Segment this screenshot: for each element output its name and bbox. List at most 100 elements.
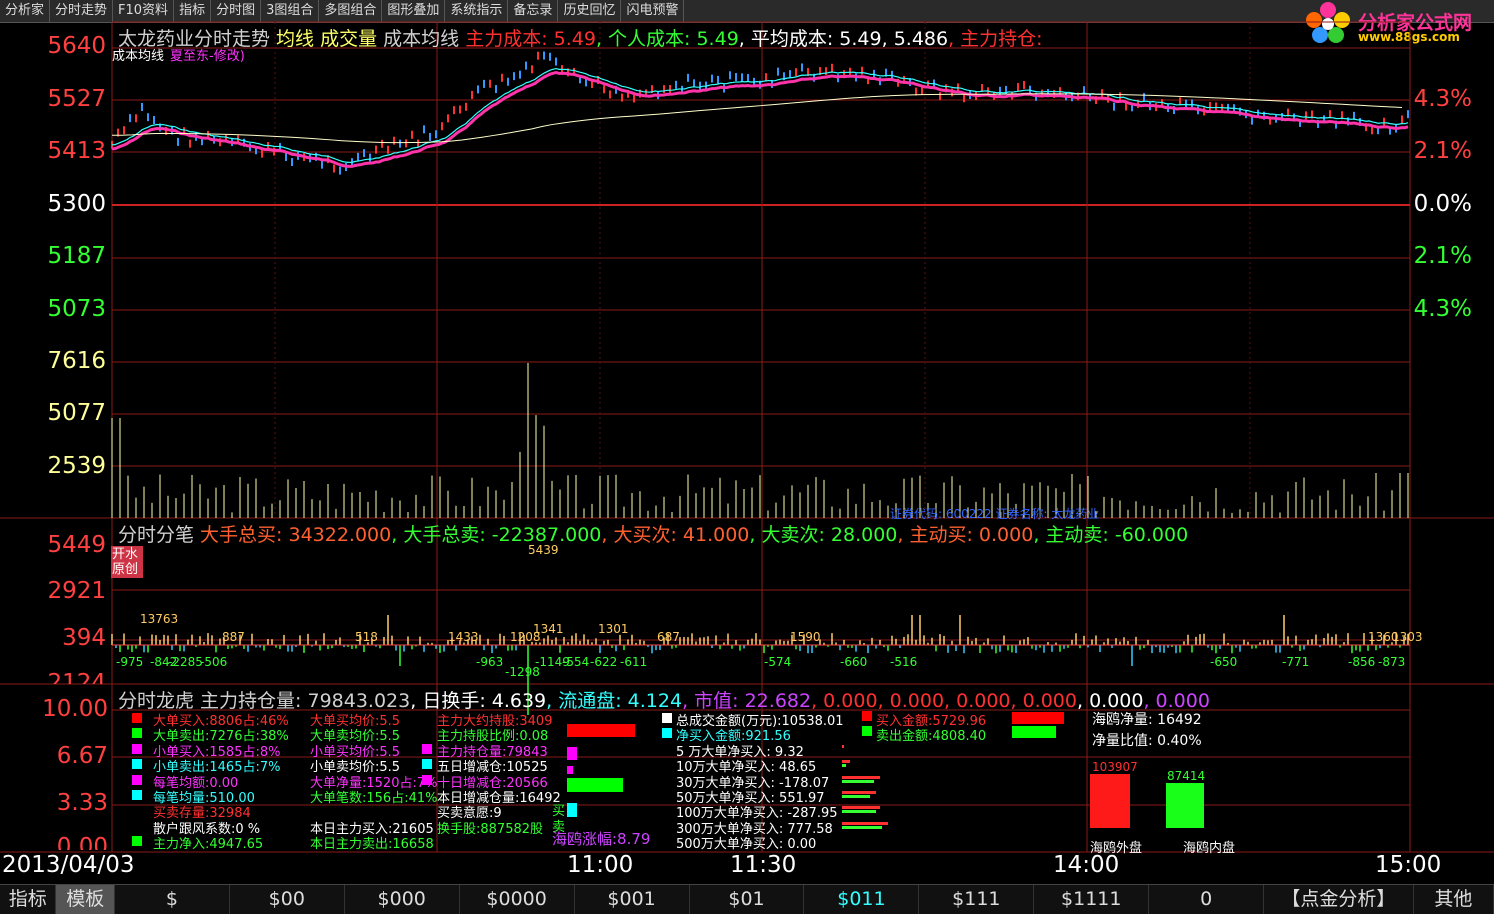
tick-up-label: 518	[355, 630, 378, 644]
pct-axis-label: 2.1%	[1413, 243, 1472, 269]
dragon-axis-label: 10.00	[42, 696, 108, 722]
big-order-bar	[842, 764, 846, 768]
inner-label: 海鸥内盘	[1183, 841, 1236, 856]
legend-square	[422, 743, 432, 754]
dragon-stat: 主力净入:4947.65	[153, 837, 264, 853]
buy-amount-bar	[1012, 712, 1064, 724]
pct-axis-label: 4.3%	[1413, 86, 1472, 112]
title-segment: , 流通盘: 4.124	[546, 690, 683, 712]
title-segment: 分时龙虎 主力持仓量: 79843.023	[118, 690, 411, 712]
tick-up-label: 1360	[1368, 630, 1399, 644]
tick-down-label: -574	[764, 655, 792, 669]
tick-up-label: 1301	[598, 622, 629, 636]
bottom-tab-5[interactable]: $0000	[460, 885, 575, 914]
tick-axis-label: 2921	[47, 578, 106, 604]
title-segment: , 主动买: 0.000	[897, 524, 1034, 546]
dragon-stat: 大单笔数:156占:41%	[310, 791, 438, 806]
tick-down-label: -2285	[168, 655, 203, 669]
bottom-tab-9[interactable]: $111	[919, 885, 1035, 914]
title-segment: , 主力持仓:	[948, 28, 1043, 50]
tick-axis-label: 5449	[47, 532, 106, 558]
title-segment: , 5.486	[881, 28, 949, 50]
price-axis-label: 5300	[47, 191, 106, 217]
bottom-tab-3[interactable]: $00	[230, 885, 345, 914]
volume-axis-label: 5077	[47, 400, 106, 426]
dragon-axis-label: 6.67	[56, 743, 108, 769]
price-panel-frame	[111, 21, 1411, 519]
bottom-tab-0[interactable]: 指标	[0, 885, 57, 914]
tick-down-label: -622	[590, 655, 618, 669]
bottom-tab-8[interactable]: $011	[804, 885, 920, 914]
title-segment: 均线	[270, 28, 315, 50]
haiou-rise: 海鸥涨幅:8.79	[552, 830, 651, 848]
mini-bar	[567, 803, 577, 817]
big-order-bar	[842, 821, 888, 825]
tick-down-label: -554	[562, 655, 590, 669]
sell-amount: 卖出金额:4808.40	[876, 729, 987, 744]
time-label: 11:30	[730, 852, 797, 878]
sell-amount-bar	[1012, 726, 1056, 738]
price-axis-label: 5413	[47, 138, 106, 164]
net-ratio: 净量比值: 0.40%	[1092, 733, 1202, 749]
legend-square	[132, 759, 142, 770]
big-order-bar	[842, 791, 876, 794]
big-order-bar	[842, 795, 870, 798]
dragon-stat: 换手股:887582股	[437, 821, 544, 837]
bottom-tab-2[interactable]: $	[115, 885, 230, 914]
tick-up-label: 1590	[790, 630, 821, 644]
legend-square	[132, 774, 142, 785]
legend-square	[662, 728, 672, 739]
legend-square	[662, 713, 672, 723]
title-segment: , 日换手: 4.639	[410, 690, 547, 712]
bottom-tab-10[interactable]: $1111	[1034, 885, 1150, 914]
tick-up-label: 1208	[510, 630, 541, 644]
dragon-axis-label: 3.33	[56, 790, 108, 816]
tick-peak-label: 5439	[528, 543, 559, 557]
big-order-bar	[842, 825, 882, 829]
title-segment: , 0.000, 0.000, 0.000, 0.000	[811, 690, 1077, 712]
title-segment: , 大买次: 41.000	[601, 524, 750, 546]
legend-square	[132, 836, 142, 847]
bottom-tab-13[interactable]: 其他	[1414, 885, 1494, 914]
big-order-bar	[842, 810, 876, 814]
tick-down-label: -650	[1210, 655, 1238, 669]
title-segment: 主力成本: 5.49	[465, 28, 596, 50]
tick-down-label: -660	[840, 655, 868, 669]
bottom-tab-11[interactable]: 0	[1149, 885, 1265, 914]
sell-bar	[567, 778, 623, 792]
big-order-bar	[842, 779, 874, 783]
pct-axis-label: 4.3%	[1413, 296, 1472, 322]
tick-up-label: 687	[657, 630, 680, 644]
big-order-bar	[842, 806, 880, 810]
title-segment: 大手总买: 34322.000	[200, 524, 392, 546]
title-segment: , 主动卖: -60.000	[1033, 524, 1189, 546]
tick-down-label: -975	[116, 655, 144, 669]
tick-down-label: -516	[890, 655, 918, 669]
outer-value: 103907	[1092, 760, 1138, 774]
bottom-tab-4[interactable]: $000	[345, 885, 460, 914]
dragon-axis-label: 0.00	[56, 834, 108, 850]
volume-axis-label: 2539	[47, 453, 106, 479]
legend-square	[862, 726, 872, 736]
bottom-tab-7[interactable]: $01	[690, 885, 805, 914]
bottom-tab-1[interactable]: 模板	[56, 885, 115, 914]
title-segment: , 个人成本: 5.49	[595, 28, 739, 50]
price-axis-label: 5187	[47, 243, 106, 269]
tick-up-label: 13763	[140, 612, 179, 626]
legend-square	[132, 728, 142, 739]
bottom-tab-12[interactable]: 【点金分析】	[1264, 885, 1414, 914]
tick-up-label: 1433	[448, 630, 479, 644]
author-label: 夏至东-修改)	[170, 49, 245, 64]
tick-down-label: -611	[620, 655, 648, 669]
bottom-tab-6[interactable]: $001	[575, 885, 690, 914]
kaishui-badge: 开水 原创	[111, 546, 143, 578]
title-segment: 成交量	[314, 28, 378, 50]
title-segment: , 市值: 22.682	[682, 690, 812, 712]
time-label: 14:00	[1053, 852, 1120, 878]
pct-axis-label: 2.1%	[1413, 138, 1472, 164]
price-panel-title: 太龙药业分时走势 均线 成交量 成本均线 主力成本: 5.49, 个人成本: 5…	[118, 24, 1043, 51]
legend-square	[862, 711, 872, 721]
big-order-bar	[842, 760, 850, 764]
date-label: 2013/04/03	[2, 852, 135, 878]
title-segment: , 平均成本: 5.49	[738, 28, 882, 50]
